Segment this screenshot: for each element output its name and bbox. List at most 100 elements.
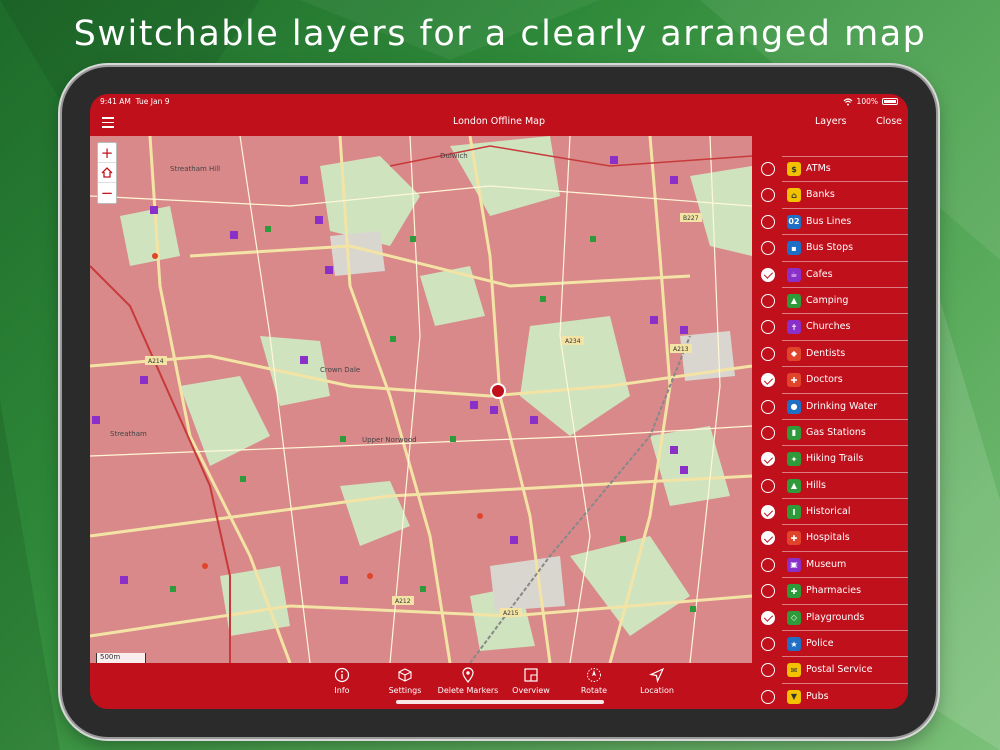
layer-label: Bus Stops (806, 242, 854, 254)
toolbar-label-rotate: Rotate (580, 686, 608, 695)
map-scale-bar: 500m (96, 653, 146, 663)
layer-label: Churches (806, 321, 851, 333)
layer-label: Historical (806, 506, 851, 518)
layer-item-hills[interactable]: ▲ Hills (752, 473, 908, 500)
layer-checkbox[interactable] (761, 663, 775, 678)
layer-item-cafes[interactable]: ☕ Cafes (752, 262, 908, 288)
svg-text:A212: A212 (395, 598, 411, 605)
map-canvas[interactable]: A214 A234 A213 A212 A215 B227 Streatham … (90, 136, 752, 663)
layer-checkbox[interactable] (761, 505, 775, 520)
tooth-icon: ◆ (787, 346, 801, 361)
toolbar-overview-button[interactable]: Overview (496, 667, 566, 695)
layer-item-gas-stations[interactable]: ▮ Gas Stations (752, 420, 908, 447)
layer-label: Museum (806, 558, 847, 570)
zoom-in-button[interactable]: + (98, 143, 116, 163)
layer-checkbox[interactable] (761, 188, 775, 203)
layer-checkbox[interactable] (761, 399, 775, 414)
layer-checkbox[interactable] (761, 346, 775, 361)
church-icon: ✝ (787, 320, 801, 335)
toolbar-location-button[interactable]: Location (622, 667, 692, 695)
layer-label: Gas Stations (806, 426, 866, 438)
close-button[interactable]: Close (876, 116, 902, 127)
layer-item-banks[interactable]: ⌂ Banks (752, 182, 908, 209)
layer-checkbox[interactable] (761, 425, 775, 440)
layer-item-churches[interactable]: ✝ Churches (752, 314, 908, 341)
svg-text:Crown Dale: Crown Dale (320, 366, 360, 374)
svg-text:A213: A213 (673, 346, 689, 353)
layer-checkbox[interactable] (761, 320, 775, 335)
layer-item-pubs[interactable]: ▼ Pubs (752, 684, 908, 709)
toolbar-label-settings: Settings (388, 686, 422, 695)
toolbar-info-button[interactable]: Info (307, 667, 377, 695)
layer-item-postal-service[interactable]: ✉ Postal Service (752, 657, 908, 684)
wifi-icon (843, 97, 852, 105)
post-icon: ✉ (787, 663, 801, 678)
svg-text:Upper Norwood: Upper Norwood (362, 436, 417, 444)
water-drop-icon: ● (787, 399, 801, 414)
layer-label: Hiking Trails (806, 453, 864, 465)
svg-text:Streatham: Streatham (110, 430, 147, 438)
layer-item-atms[interactable]: $ ATMs (752, 156, 908, 183)
toolbar-rotate-button[interactable]: Rotate (559, 667, 629, 695)
layer-item-dentists[interactable]: ◆ Dentists (752, 341, 908, 368)
layer-checkbox[interactable] (761, 689, 775, 704)
svg-text:B227: B227 (683, 215, 699, 222)
layer-item-historical[interactable]: Ⅰ Historical (752, 499, 908, 526)
toolbar-label-info: Info (334, 686, 350, 695)
layer-checkbox[interactable] (761, 293, 775, 308)
layer-checkbox[interactable] (761, 478, 775, 493)
layer-item-doctors[interactable]: ✚ Doctors (752, 367, 908, 394)
layer-item-drinking-water[interactable]: ● Drinking Water (752, 394, 908, 420)
layer-checkbox[interactable] (761, 610, 775, 625)
layer-item-playgrounds[interactable]: ◇ Playgrounds (752, 605, 908, 632)
layer-item-bus-lines[interactable]: 02 Bus Lines (752, 209, 908, 236)
tent-icon: ▲ (787, 293, 801, 308)
layer-item-pharmacies[interactable]: ✚ Pharmacies (752, 578, 908, 605)
layer-checkbox[interactable] (761, 531, 775, 546)
home-indicator (396, 700, 604, 704)
headline: Switchable layers for a clearly arranged… (73, 14, 927, 54)
layer-item-camping[interactable]: ▲ Camping (752, 288, 908, 315)
layer-checkbox[interactable] (761, 241, 775, 256)
toolbar-label-overview: Overview (512, 686, 550, 695)
dollar-icon: $ (787, 162, 801, 176)
app-screen: 9:41 AM Tue Jan 9 100% London Offline Ma… (90, 94, 908, 709)
toolbar-label-location: Location (640, 686, 674, 695)
monument-icon: Ⅰ (787, 505, 801, 520)
layer-label: Drinking Water (806, 400, 878, 412)
layer-checkbox[interactable] (761, 162, 775, 176)
layer-item-hospitals[interactable]: ✚ Hospitals (752, 525, 908, 552)
layer-label: Cafes (806, 268, 833, 280)
layer-item-hiking-trails[interactable]: ✦ Hiking Trails (752, 446, 908, 473)
layer-checkbox[interactable] (761, 214, 775, 229)
home-icon[interactable] (98, 163, 116, 183)
layer-checkbox[interactable] (761, 373, 775, 388)
bus-stop-icon: ▪ (787, 241, 801, 256)
layer-label: Doctors (806, 374, 843, 386)
status-time: 9:41 AM Tue Jan 9 (100, 97, 170, 106)
svg-text:Streatham Hill: Streatham Hill (170, 165, 220, 173)
layer-checkbox[interactable] (761, 267, 775, 282)
pharmacy-icon: ✚ (787, 584, 801, 599)
hiker-icon: ✦ (787, 452, 801, 467)
toolbar-delete-markers-button[interactable]: Delete Markers (433, 667, 503, 695)
layer-label: Bus Lines (806, 215, 852, 227)
layer-checkbox[interactable] (761, 637, 775, 652)
cafe-icon: ☕ (787, 267, 801, 282)
bus-line-icon: 02 (787, 214, 801, 229)
layer-item-bus-stops[interactable]: ▪ Bus Stops (752, 235, 908, 262)
layer-checkbox[interactable] (761, 584, 775, 599)
marker-pin-icon (462, 667, 474, 683)
rotate-icon (587, 668, 601, 682)
toolbar-settings-button[interactable]: Settings (370, 667, 440, 695)
layer-checkbox[interactable] (761, 452, 775, 467)
layer-label: Hospitals (806, 532, 850, 544)
overview-icon (524, 668, 538, 682)
layer-checkbox[interactable] (761, 557, 775, 572)
layer-item-museum[interactable]: ▣ Museum (752, 552, 908, 579)
map-view[interactable]: A214 A234 A213 A212 A215 B227 Streatham … (90, 136, 752, 663)
layer-item-police[interactable]: ★ Police (752, 631, 908, 658)
svg-text:A214: A214 (148, 358, 164, 365)
zoom-out-button[interactable]: − (98, 183, 116, 203)
playground-icon: ◇ (787, 610, 801, 625)
